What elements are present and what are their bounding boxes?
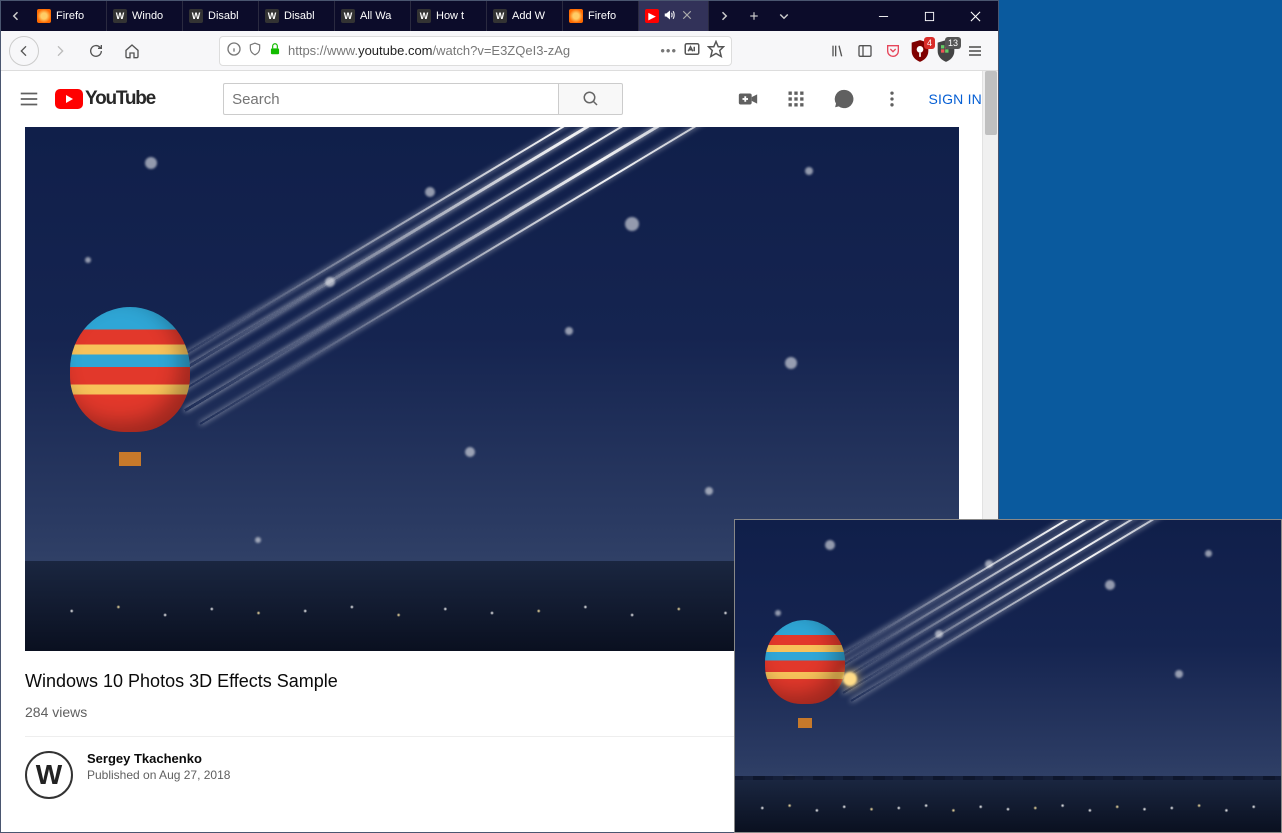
pip-balloon (765, 620, 845, 740)
winaero-icon: W (113, 9, 127, 23)
tab-label: Disabl (284, 10, 315, 22)
search-input[interactable] (223, 83, 558, 115)
winaero-icon: W (265, 9, 279, 23)
pip-window[interactable] (734, 519, 1282, 833)
bookmark-star-icon[interactable] (707, 40, 725, 61)
firefox-icon (569, 9, 583, 23)
tab-disabl-1[interactable]: W Disabl (183, 1, 259, 31)
reload-button[interactable] (81, 36, 111, 66)
winaero-icon: W (417, 9, 431, 23)
tab-firefox-2[interactable]: Firefo (563, 1, 639, 31)
winaero-icon: W (493, 9, 507, 23)
sidebar-icon[interactable] (852, 36, 878, 66)
youtube-wordmark: YouTube (85, 88, 155, 110)
tab-label: Firefo (588, 10, 616, 22)
address-bar: https://www.youtube.com/watch?v=E3ZQeI3-… (1, 31, 998, 71)
messages-icon[interactable] (832, 87, 856, 111)
url-text: https://www.youtube.com/watch?v=E3ZQeI3-… (288, 43, 570, 58)
umatrix-extension[interactable]: 13 (934, 39, 958, 63)
tab-label: Disabl (208, 10, 239, 22)
create-video-icon[interactable] (736, 87, 760, 111)
info-icon[interactable] (226, 41, 242, 60)
winaero-icon: W (189, 9, 203, 23)
view-count: 284 views (25, 704, 87, 720)
library-icon[interactable] (824, 36, 850, 66)
youtube-header: YouTube SIGN IN (1, 71, 998, 127)
youtube-play-icon (55, 89, 83, 109)
url-box[interactable]: https://www.youtube.com/watch?v=E3ZQeI3-… (219, 36, 732, 66)
pip-frame (735, 520, 1281, 832)
winaero-icon: W (341, 9, 355, 23)
hamburger-icon[interactable] (17, 87, 41, 111)
shield-icon[interactable] (248, 42, 262, 59)
audio-icon[interactable] (664, 9, 676, 24)
sign-in-button[interactable]: SIGN IN (928, 91, 982, 107)
youtube-icon: ▶ (645, 9, 659, 23)
search-button[interactable] (558, 83, 623, 115)
tab-label: Windo (132, 10, 163, 22)
page-actions-icon[interactable]: ••• (660, 43, 677, 58)
channel-avatar[interactable]: W (25, 751, 73, 799)
channel-name[interactable]: Sergey Tkachenko (87, 751, 230, 766)
tab-howt[interactable]: W How t (411, 1, 487, 31)
close-tab-icon[interactable] (681, 9, 695, 23)
reader-icon[interactable] (683, 40, 701, 61)
tab-bar: Firefo WWindo WDisabl WDisabl WAll Wa WH… (1, 1, 998, 31)
window-controls (860, 1, 998, 31)
close-window-button[interactable] (952, 1, 998, 31)
tab-label: All Wa (360, 10, 391, 22)
balloon-3d-effect (70, 307, 190, 477)
tab-youtube-active[interactable]: ▶ (639, 1, 709, 31)
umatrix-badge: 13 (945, 37, 961, 49)
youtube-logo[interactable]: YouTube (55, 88, 155, 110)
tab-label: Add W (512, 10, 545, 22)
maximize-button[interactable] (906, 1, 952, 31)
tab-label: How t (436, 10, 464, 22)
tab-addw[interactable]: W Add W (487, 1, 563, 31)
tab-windo[interactable]: W Windo (107, 1, 183, 31)
tab-allwa[interactable]: W All Wa (335, 1, 411, 31)
pocket-icon[interactable] (880, 36, 906, 66)
tab-label: Firefo (56, 10, 84, 22)
minimize-button[interactable] (860, 1, 906, 31)
scroll-thumb[interactable] (985, 71, 997, 135)
settings-dots-icon[interactable] (880, 87, 904, 111)
youtube-right: SIGN IN (736, 87, 982, 111)
tab-disabl-2[interactable]: W Disabl (259, 1, 335, 31)
home-button[interactable] (117, 36, 147, 66)
tab-list-button[interactable] (769, 1, 799, 31)
new-tab-button[interactable] (739, 1, 769, 31)
tab-firefox-1[interactable]: Firefo (31, 1, 107, 31)
forward-button[interactable] (45, 36, 75, 66)
firefox-icon (37, 9, 51, 23)
search-wrap (223, 83, 623, 115)
app-menu-button[interactable] (960, 36, 990, 66)
back-button[interactable] (9, 36, 39, 66)
ublock-extension[interactable]: 4 (908, 39, 932, 63)
apps-icon[interactable] (784, 87, 808, 111)
tab-scroll-right[interactable] (709, 1, 739, 31)
tab-scroll-left[interactable] (1, 1, 31, 31)
toolbar-actions: 4 13 (824, 36, 990, 66)
lock-icon[interactable] (268, 42, 282, 59)
publish-date: Published on Aug 27, 2018 (87, 768, 230, 782)
